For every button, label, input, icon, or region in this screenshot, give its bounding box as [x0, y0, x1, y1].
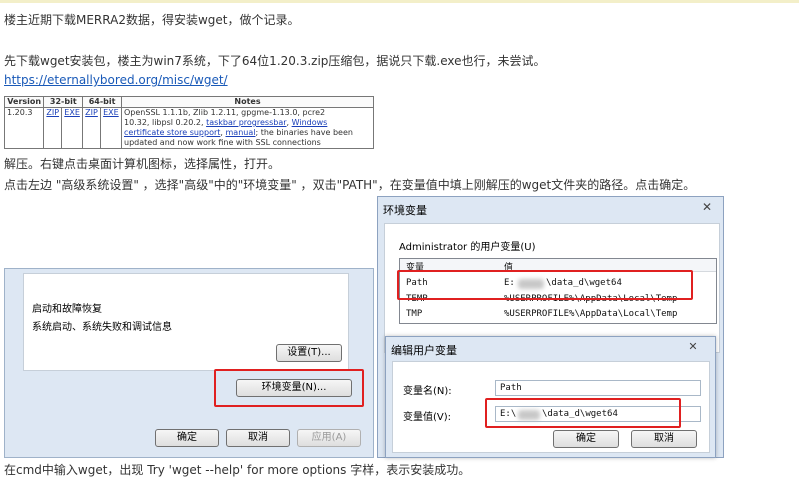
- top-border: [0, 0, 799, 3]
- taskbar-link[interactable]: taskbar progressbar: [206, 118, 286, 127]
- value-field-highlight: [485, 398, 681, 428]
- ok-button[interactable]: 确定: [553, 430, 619, 448]
- wget-table-image: Version 32-bit 64-bit Notes 1.20.3 ZIP E…: [4, 96, 374, 152]
- var-value-label: 变量值(V):: [403, 412, 452, 423]
- table-header: 32-bit: [43, 96, 84, 108]
- env-button-highlight: [214, 369, 364, 407]
- exe32-link[interactable]: EXE: [64, 108, 80, 117]
- user-vars-group: Administrator 的用户变量(U) 变量 值 Path E: \dat…: [384, 223, 720, 353]
- exe64-link[interactable]: EXE: [103, 108, 119, 117]
- post-line-4: 点击左边 "高级系统设置" ，选择"高级"中的"环境变量" ，双击"PATH"，…: [4, 178, 696, 192]
- table-header: Version: [4, 96, 45, 108]
- var-name-input[interactable]: Path: [495, 380, 701, 396]
- version-cell: 1.20.3: [4, 107, 45, 149]
- windows-link[interactable]: Windows: [292, 118, 328, 127]
- list-item[interactable]: TMP %USERPROFILE%\AppData\Local\Temp: [400, 309, 716, 321]
- wget-download-link[interactable]: https://eternallybored.org/misc/wget/: [4, 73, 228, 87]
- startup-recovery-group: 启动和故障恢复 系统启动、系统失败和调试信息 设置(T)...: [23, 273, 349, 371]
- post-line-1: 楼主近期下载MERRA2数据，得安装wget，做个记录。: [4, 13, 300, 27]
- startup-recovery-title: 启动和故障恢复: [32, 304, 102, 315]
- manual-link[interactable]: manual: [226, 128, 256, 137]
- cert-store-link[interactable]: certificate store support: [124, 128, 220, 137]
- edit-user-variable-dialog: 编辑用户变量 ✕ 变量名(N): Path 变量值(V): E:\ \data_…: [385, 336, 716, 458]
- apply-button[interactable]: 应用(A): [297, 429, 361, 447]
- zip32-link[interactable]: ZIP: [46, 108, 59, 117]
- edit-dialog-title: 编辑用户变量: [391, 344, 457, 357]
- system-properties-dialog: 启动和故障恢复 系统启动、系统失败和调试信息 设置(T)... 环境变量(N).…: [4, 268, 374, 458]
- close-icon[interactable]: ✕: [696, 199, 718, 215]
- notes-cell: OpenSSL 1.1.1b, Zlib 1.2.11, gpgme-1.13.…: [121, 107, 374, 149]
- wget-table: Version 32-bit 64-bit Notes 1.20.3 ZIP E…: [4, 96, 374, 149]
- path-row-highlight: [397, 270, 693, 300]
- table-header: 64-bit: [82, 96, 122, 108]
- env-dialog-title: 环境变量: [383, 204, 427, 217]
- cancel-button[interactable]: 取消: [631, 430, 697, 448]
- cancel-button[interactable]: 取消: [226, 429, 290, 447]
- ok-button[interactable]: 确定: [155, 429, 219, 447]
- zip64-link[interactable]: ZIP: [85, 108, 98, 117]
- edit-dialog-body: 变量名(N): Path 变量值(V): E:\ \data_d\wget64 …: [392, 361, 710, 453]
- table-header: Notes: [121, 96, 374, 108]
- post-line-3: 解压。右键点击桌面计算机图标，选择属性，打开。: [4, 157, 281, 171]
- startup-settings-button[interactable]: 设置(T)...: [276, 344, 342, 362]
- post-line-5: 在cmd中输入wget，出现 Try 'wget --help' for mor…: [4, 463, 471, 477]
- startup-recovery-desc: 系统启动、系统失败和调试信息: [32, 322, 172, 333]
- post-line-2: 先下载wget安装包，楼主为win7系统，下了64位1.20.3.zip压缩包，…: [4, 54, 546, 68]
- var-name-label: 变量名(N):: [403, 386, 452, 397]
- user-vars-label: Administrator 的用户变量(U): [399, 242, 536, 253]
- close-icon[interactable]: ✕: [682, 340, 704, 354]
